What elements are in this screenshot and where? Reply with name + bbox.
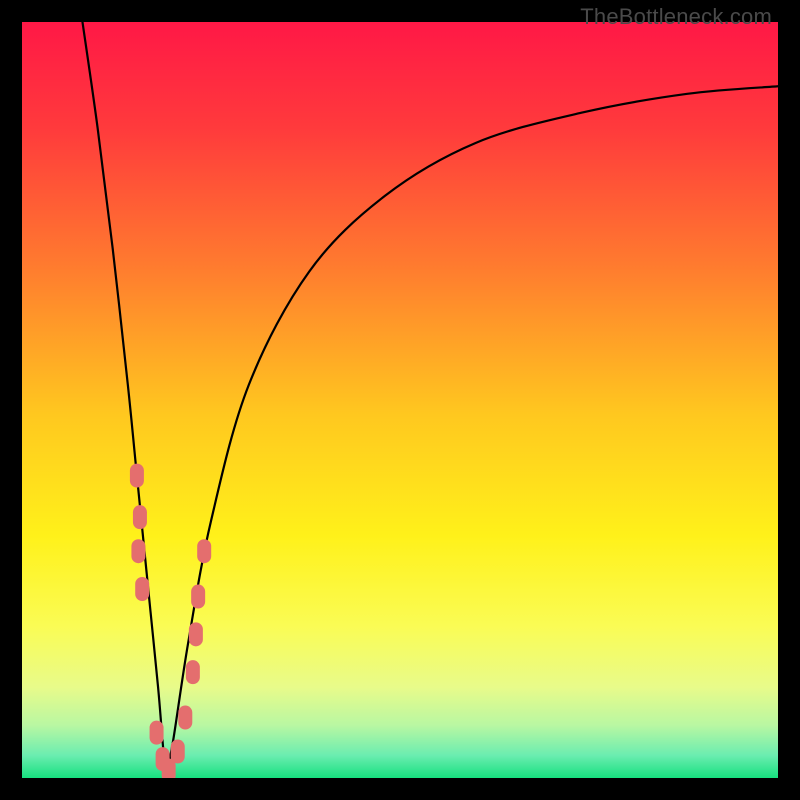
marker-pill bbox=[189, 622, 203, 646]
marker-pill bbox=[131, 539, 145, 563]
curve-right bbox=[166, 86, 778, 778]
marker-pill bbox=[150, 721, 164, 745]
sample-markers bbox=[130, 464, 211, 778]
curve-left bbox=[82, 22, 165, 778]
marker-pill bbox=[135, 577, 149, 601]
marker-pill bbox=[171, 740, 185, 764]
marker-pill bbox=[130, 464, 144, 488]
marker-pill bbox=[178, 706, 192, 730]
chart-frame: TheBottleneck.com bbox=[0, 0, 800, 800]
watermark-text: TheBottleneck.com bbox=[580, 4, 772, 30]
bottleneck-curve bbox=[22, 22, 778, 778]
marker-pill bbox=[197, 539, 211, 563]
marker-pill bbox=[191, 585, 205, 609]
marker-pill bbox=[133, 505, 147, 529]
marker-pill bbox=[186, 660, 200, 684]
plot-area bbox=[22, 22, 778, 778]
